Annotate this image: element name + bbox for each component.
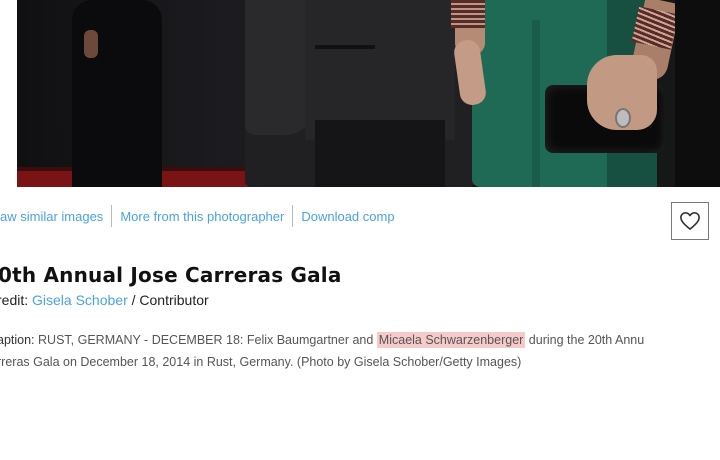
image-credit: redit: Gisela Schober / Contributor [0,292,209,308]
favorite-button[interactable] [671,202,709,240]
caption-text: during the 20th Annu [528,333,645,347]
download-comp-link[interactable]: Download comp [301,209,394,224]
view-similar-images-link[interactable]: aw similar images [0,209,103,224]
caption-line: aption: RUST, GERMANY - DECEMBER 18: Fel… [0,329,720,351]
divider [111,205,113,227]
caption-highlight: Micaela Schwarzenberger [376,332,526,348]
image-actions-bar: aw similar images More from this photogr… [0,204,395,228]
credit-suffix: / Contributor [131,292,209,308]
image-caption: aption: RUST, GERMANY - DECEMBER 18: Fel… [0,329,720,373]
photographer-link[interactable]: Gisela Schober [32,292,128,308]
caption-text: RUST, GERMANY - DECEMBER 18: Felix Baumg… [38,333,374,347]
credit-label: redit: [0,292,29,308]
gallery-photo [17,0,720,187]
caption-label: aption: [0,333,35,347]
divider [292,205,294,227]
image-title: 0th Annual Jose Carreras Gala [0,263,342,287]
more-from-photographer-link[interactable]: More from this photographer [120,209,284,224]
heart-outline-icon [680,212,700,230]
caption-line: rreras Gala on December 18, 2014 in Rust… [0,355,522,369]
